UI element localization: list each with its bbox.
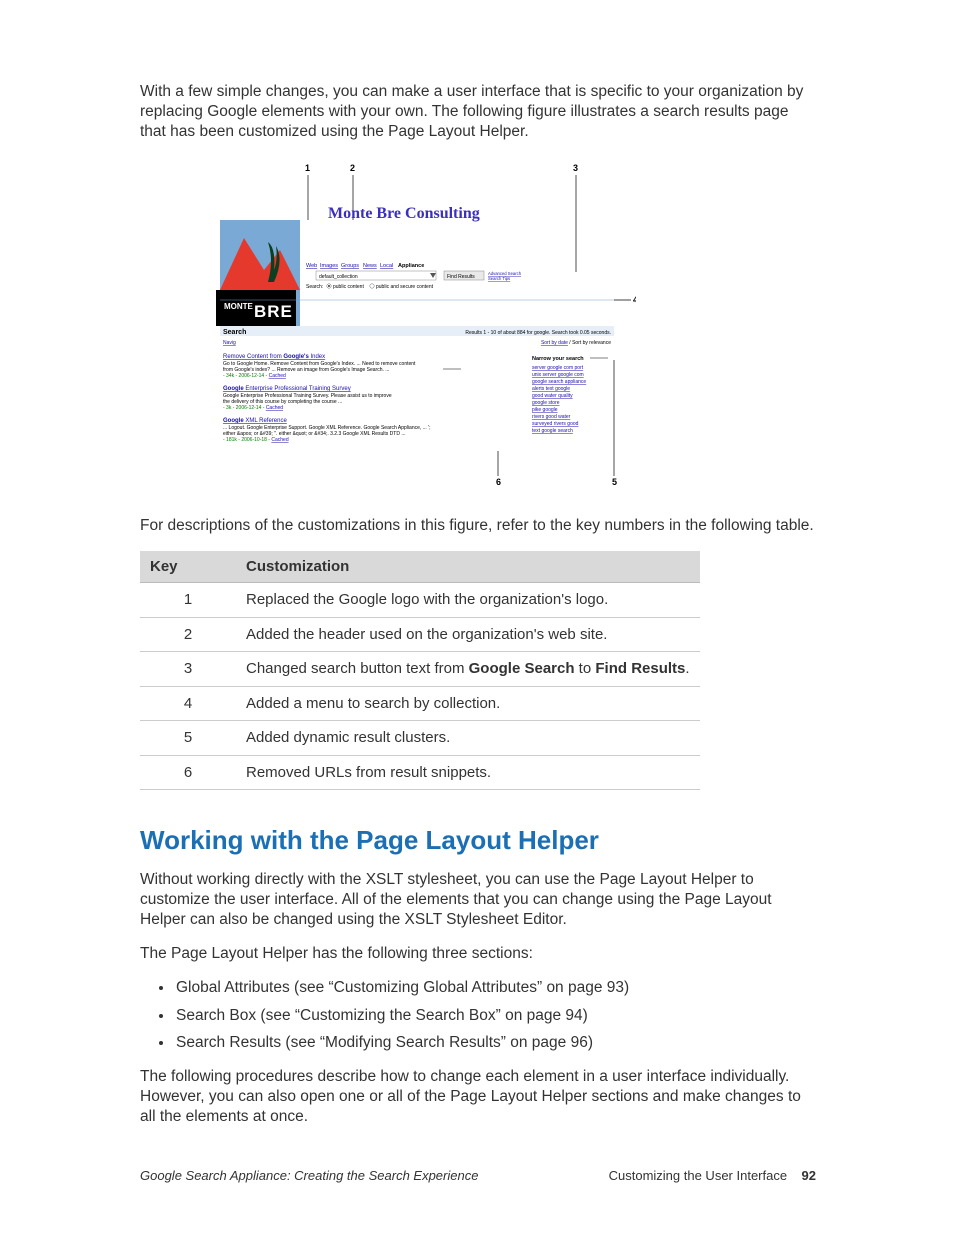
section-p3: The following procedures describe how to… — [140, 1067, 816, 1127]
svg-text:- 34k - 2006-12-14 - Cached: - 34k - 2006-12-14 - Cached — [223, 373, 286, 379]
sections-list: Global Attributes (see “Customizing Glob… — [140, 978, 816, 1052]
table-row: 4Added a menu to search by collection. — [140, 686, 700, 721]
section-heading: Working with the Page Layout Helper — [140, 824, 816, 858]
svg-text:server google com port: server google com port — [532, 365, 584, 371]
section-p1: Without working directly with the XSLT s… — [140, 870, 816, 930]
svg-text:- 3k - 2006-12-14 - Cached: - 3k - 2006-12-14 - Cached — [223, 405, 283, 411]
svg-text:5: 5 — [612, 477, 617, 487]
figure-svg: 1 2 3 4 5 6 Monte Bre Consulting MONTE B… — [216, 160, 636, 490]
svg-text:google search appliance: google search appliance — [532, 379, 586, 385]
table-row: 3 Changed search button text from Google… — [140, 652, 700, 687]
svg-text:google store: google store — [532, 400, 560, 406]
col-key: Key — [140, 551, 236, 583]
svg-text:1: 1 — [305, 163, 310, 173]
banner-title: Monte Bre Consulting — [328, 205, 480, 222]
svg-text:default_collection: default_collection — [319, 274, 358, 280]
org-logo: MONTE BRE — [216, 220, 300, 326]
table-row: 1Replaced the Google logo with the organ… — [140, 583, 700, 618]
intro-paragraph: With a few simple changes, you can make … — [140, 82, 816, 142]
svg-text:BRE: BRE — [254, 302, 293, 321]
svg-text:Remove Content from Google's I: Remove Content from Google's Index — [223, 354, 325, 360]
svg-text:Images: Images — [320, 263, 338, 269]
footer-doc-title: Google Search Appliance: Creating the Se… — [140, 1168, 478, 1185]
svg-text:News: News — [363, 263, 377, 269]
svg-text:4: 4 — [633, 295, 636, 305]
section-p2: The Page Layout Helper has the following… — [140, 944, 816, 964]
after-figure-paragraph: For descriptions of the customizations i… — [140, 516, 816, 536]
customization-table: Key Customization 1Replaced the Google l… — [140, 551, 700, 791]
col-customization: Customization — [236, 551, 700, 583]
svg-text:3: 3 — [573, 163, 578, 173]
customized-results-figure: 1 2 3 4 5 6 Monte Bre Consulting MONTE B… — [216, 160, 636, 490]
svg-text:Find Results: Find Results — [447, 274, 475, 280]
svg-text:public and secure content: public and secure content — [376, 284, 434, 290]
list-item: Global Attributes (see “Customizing Glob… — [174, 978, 816, 998]
list-item: Search Results (see “Modifying Search Re… — [174, 1033, 816, 1053]
svg-text:unix server google com: unix server google com — [532, 372, 584, 378]
svg-text:- 181k - 2006-10-18 - Cached: - 181k - 2006-10-18 - Cached — [223, 437, 289, 443]
svg-text:good water quality: good water quality — [532, 393, 573, 399]
svg-text:Narrow your search: Narrow your search — [532, 356, 584, 362]
page-number: 92 — [802, 1168, 816, 1183]
table-row: 2Added the header used on the organizati… — [140, 617, 700, 652]
svg-text:Local: Local — [380, 263, 393, 269]
table-row: 6Removed URLs from result snippets. — [140, 755, 700, 790]
svg-text:surveyed rivers good: surveyed rivers good — [532, 421, 579, 427]
svg-text:Search Tips: Search Tips — [488, 276, 510, 281]
list-item: Search Box (see “Customizing the Search … — [174, 1006, 816, 1026]
svg-text:Groups: Groups — [341, 263, 359, 269]
svg-text:Search: Search — [223, 329, 246, 336]
svg-text:pike google: pike google — [532, 407, 558, 413]
svg-text:6: 6 — [496, 477, 501, 487]
svg-text:Appliance: Appliance — [398, 263, 424, 269]
svg-text:public content: public content — [333, 284, 364, 290]
svg-text:Search:: Search: — [306, 284, 323, 290]
svg-text:Navig: Navig — [223, 340, 236, 346]
footer-section: Customizing the User Interface 92 — [609, 1168, 816, 1185]
svg-text:2: 2 — [350, 163, 355, 173]
svg-text:rivers good water: rivers good water — [532, 414, 571, 420]
svg-text:Google XML Reference: Google XML Reference — [223, 418, 287, 424]
svg-text:Results 1 - 10 of about 884 fo: Results 1 - 10 of about 884 for google. … — [465, 330, 611, 336]
page-footer: Google Search Appliance: Creating the Se… — [140, 1168, 816, 1185]
table-row: 5 Added dynamic result clusters. — [140, 721, 700, 756]
svg-text:text google search: text google search — [532, 428, 573, 434]
svg-text:alerts text google: alerts text google — [532, 386, 570, 392]
svg-text:Web: Web — [306, 263, 317, 269]
svg-text:Google Enterprise Professional: Google Enterprise Professional Training … — [223, 386, 351, 392]
svg-text:Sort by date / Sort by relevan: Sort by date / Sort by relevance — [541, 340, 611, 346]
svg-text:MONTE: MONTE — [224, 302, 254, 311]
